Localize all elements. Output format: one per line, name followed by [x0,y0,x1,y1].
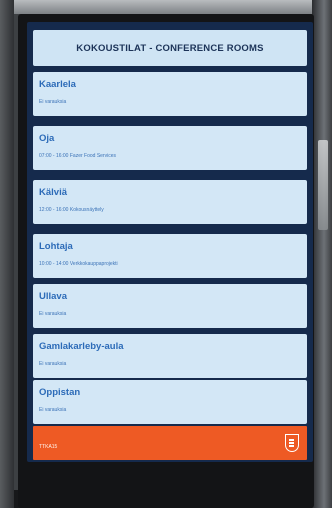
room-status: Ei varauksia [39,361,67,367]
room-card-gamlakarleby-aula[interactable]: Gamlakarleby-aula Ei varauksia [33,334,307,378]
room-status: Ei varauksia [39,407,67,413]
room-card-lohtaja[interactable]: Lohtaja 10:00 - 14:00 Verkkokauppaprojek… [33,234,307,278]
wall-fixture [318,140,328,230]
room-name: Gamlakarleby-aula [39,341,124,352]
room-card-oja[interactable]: Oja 07:00 - 16:00 Fazer Food Services [33,126,307,170]
room-status: 12:00 - 16:00 Kokousnäyttely [39,207,104,213]
room-name: Lohtaja [39,241,73,252]
room-card-kaarlela[interactable]: Kaarlela Ei varauksia [33,72,307,116]
header-bar: KOKOUSTILAT - CONFERENCE ROOMS [33,30,307,66]
kiosk-screen: KOKOUSTILAT - CONFERENCE ROOMS Kaarlela … [27,22,313,462]
room-card-ullava[interactable]: Ullava Ei varauksia [33,284,307,328]
room-name: Kaarlela [39,79,76,90]
footer-bar: TTKA15 [33,426,307,460]
room-card-kalvia[interactable]: Kälviä 12:00 - 16:00 Kokousnäyttely [33,180,307,224]
room-card-oppistan[interactable]: Oppistan Ei varauksia [33,380,307,424]
room-name: Oja [39,133,55,144]
room-name: Oppistan [39,387,81,398]
wall-right [312,0,332,508]
ceiling [14,0,312,14]
page-title: KOKOUSTILAT - CONFERENCE ROOMS [76,42,264,54]
room-status: Ei varauksia [39,99,67,105]
footer-text: TTKA15 [39,444,58,450]
crest-icon [285,434,299,452]
room-status: 07:00 - 16:00 Fazer Food Services [39,153,116,159]
room-status: 10:00 - 14:00 Verkkokauppaprojekti [39,261,118,267]
room-status: Ei varauksia [39,311,67,317]
wall-left [0,0,14,508]
room-name: Ullava [39,291,67,302]
room-name: Kälviä [39,187,67,198]
